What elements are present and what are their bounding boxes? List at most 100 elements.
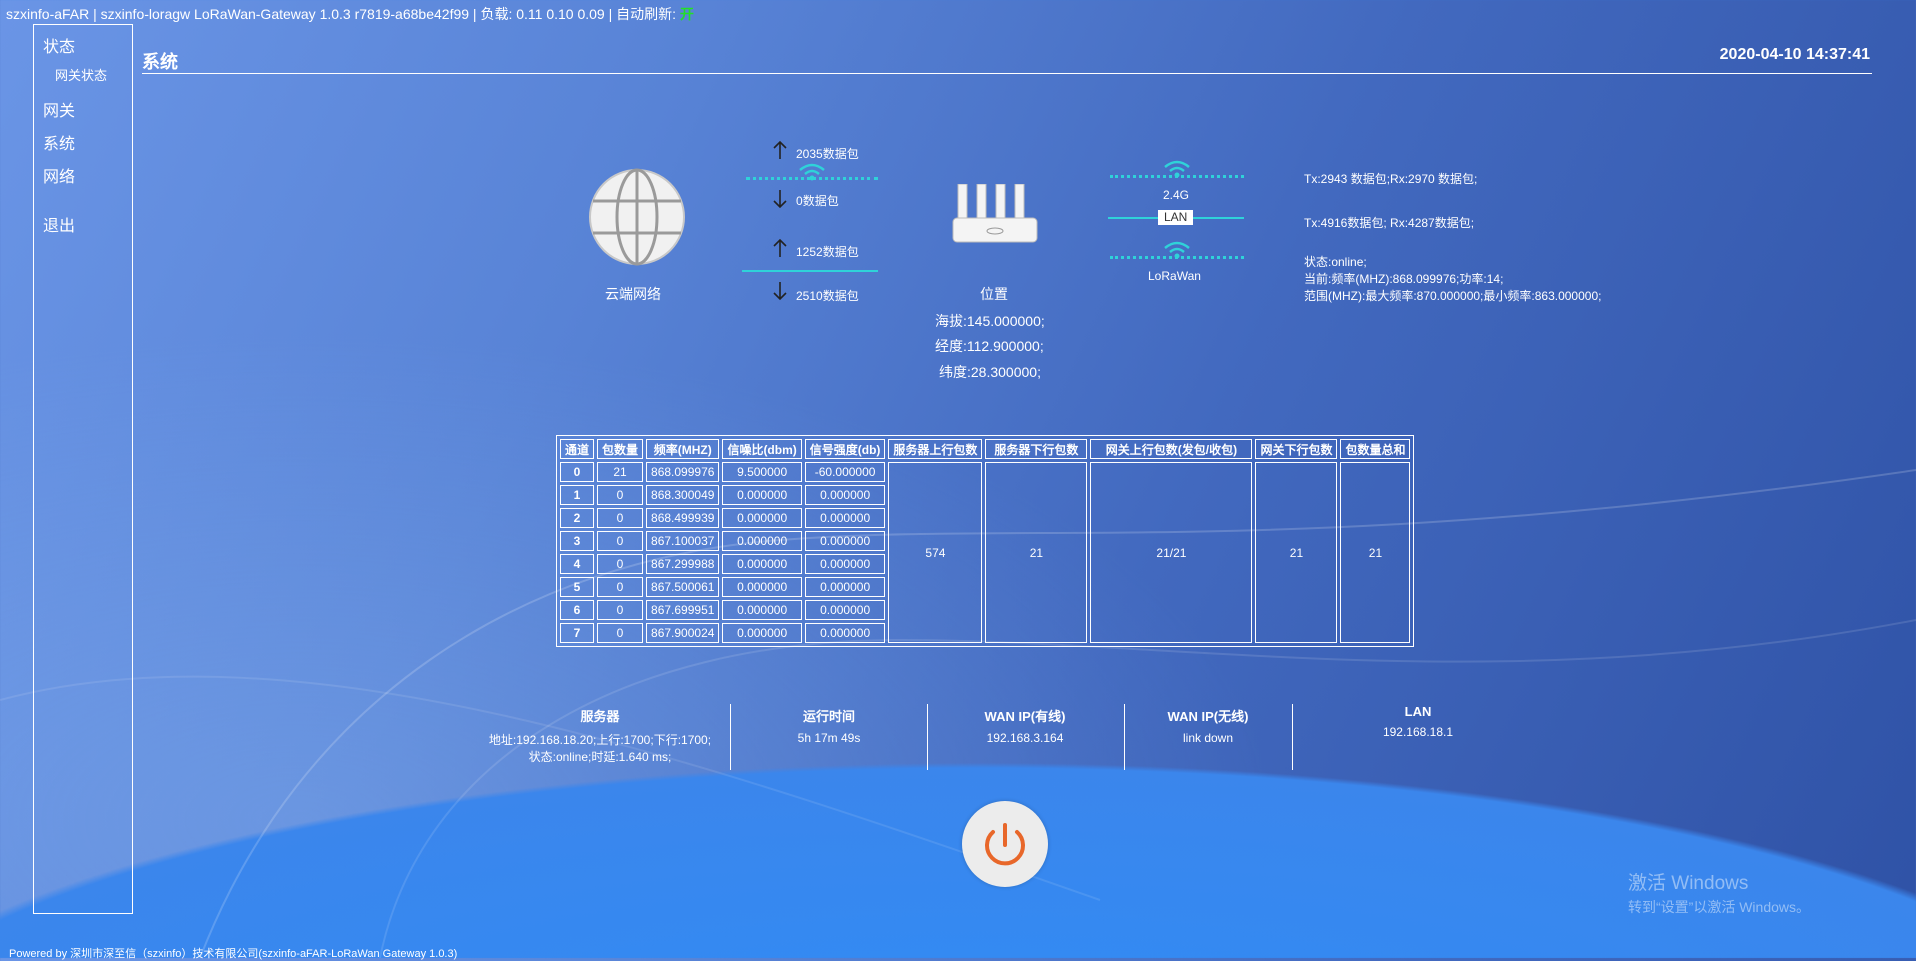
cell-packets: 0 [597, 554, 644, 574]
server-info: 服务器 地址:192.168.18.20;上行:1700;下行:1700; 状态… [470, 706, 730, 765]
lan-ip: 192.168.18.1 [1382, 725, 1454, 739]
wifi-icon [1164, 160, 1190, 178]
cell-frequency: 867.900024 [646, 623, 720, 643]
cell-snr: 0.000000 [722, 577, 802, 597]
cell-frequency: 868.099976 [646, 462, 720, 482]
cell-packet-total: 21 [1340, 462, 1411, 643]
server-status: 状态:online;时延:1.640 ms; [528, 750, 672, 764]
cell-channel: 3 [560, 531, 595, 551]
cell-snr: 0.000000 [722, 554, 802, 574]
cell-packets: 0 [597, 531, 644, 551]
longitude: 经度:112.900000; [935, 338, 1044, 354]
cell-channel: 0 [560, 462, 595, 482]
wan-wireless-info: WAN IP(无线) link down [1138, 706, 1278, 745]
cell-packets: 0 [597, 623, 644, 643]
auto-refresh-toggle[interactable]: 开 [680, 6, 694, 22]
router-icon [952, 184, 1038, 243]
lan-download-count: 2510数据包 [796, 289, 859, 303]
cell-channel: 2 [560, 508, 595, 528]
cell-frequency: 867.500061 [646, 577, 720, 597]
wifi-icon [799, 163, 825, 181]
power-button[interactable] [962, 801, 1048, 887]
lora-status: 状态:online; [1304, 255, 1367, 269]
col-frequency: 频率(MHZ) [646, 439, 720, 459]
cell-rssi: 0.000000 [804, 485, 886, 505]
col-gateway-down: 网关下行包数 [1255, 439, 1338, 459]
nav-gateway[interactable]: 网关 [43, 97, 75, 121]
arrow-up-icon [773, 238, 787, 257]
server-title: 服务器 [580, 709, 620, 724]
cell-frequency: 868.499939 [646, 508, 720, 528]
windows-activation-watermark: 激活 Windows 转到“设置”以激活 Windows。 [1628, 868, 1810, 917]
cell-channel: 1 [560, 485, 595, 505]
cell-server-down-total: 21 [985, 462, 1088, 643]
cell-server-up-total: 574 [888, 462, 983, 643]
cell-rssi: -60.000000 [804, 462, 886, 482]
cell-packets: 0 [597, 508, 644, 528]
uptime-value: 5h 17m 49s [797, 731, 861, 745]
server-address: 地址:192.168.18.20;上行:1700;下行:1700; [488, 733, 712, 747]
cell-channel: 7 [560, 623, 595, 643]
watermark-subtitle: 转到“设置”以激活 Windows。 [1628, 899, 1811, 915]
info-divider [1124, 704, 1125, 770]
latitude: 纬度:28.300000; [939, 364, 1041, 380]
title-divider [142, 73, 1872, 74]
cell-snr: 0.000000 [722, 508, 802, 528]
topbar-text: szxinfo-aFAR | szxinfo-loragw LoRaWan-Ga… [6, 6, 680, 22]
cell-snr: 9.500000 [722, 462, 802, 482]
uptime-info: 运行时间 5h 17m 49s [758, 706, 900, 745]
watermark-title: 激活 Windows [1628, 873, 1749, 894]
cloud-download-count: 0数据包 [796, 194, 839, 208]
lora-current: 当前:频率(MHZ):868.099976;功率:14; [1304, 272, 1504, 286]
col-server-down: 服务器下行包数 [985, 439, 1088, 459]
cell-gateway-down-total: 21 [1255, 462, 1338, 643]
nav-status[interactable]: 状态 [43, 33, 75, 57]
lan-upload-count: 1252数据包 [796, 245, 859, 259]
wan-wireless-ip: link down [1182, 731, 1234, 745]
globe-icon [589, 168, 685, 266]
cell-channel: 4 [560, 554, 595, 574]
col-packets: 包数量 [597, 439, 644, 459]
cell-snr: 0.000000 [722, 623, 802, 643]
altitude: 海拔:145.000000; [935, 313, 1045, 329]
col-snr: 信噪比(dbm) [722, 439, 802, 459]
lan-tx-rx: Tx:4916数据包; Rx:4287数据包; [1304, 216, 1475, 230]
wifi-icon [1164, 241, 1190, 259]
arrow-up-icon [773, 140, 787, 159]
page-title: 系统 [142, 52, 178, 72]
cell-frequency: 867.100037 [646, 531, 720, 551]
cell-packets: 0 [597, 485, 644, 505]
uptime-title: 运行时间 [802, 709, 855, 724]
cell-snr: 0.000000 [722, 485, 802, 505]
cell-rssi: 0.000000 [804, 554, 886, 574]
info-divider [730, 704, 731, 770]
cell-packets: 21 [597, 462, 644, 482]
cell-packets: 0 [597, 600, 644, 620]
cell-rssi: 0.000000 [804, 577, 886, 597]
cell-gateway-up-total: 21/21 [1090, 462, 1253, 643]
table-header-row: 通道 包数量 频率(MHZ) 信噪比(dbm) 信号强度(db) 服务器上行包数… [560, 439, 1411, 459]
wan-wired-ip: 192.168.3.164 [986, 731, 1064, 745]
top-status-bar: szxinfo-aFAR | szxinfo-loragw LoRaWan-Ga… [6, 4, 694, 24]
nav-network[interactable]: 网络 [43, 163, 75, 187]
cloud-label: 云端网络 [605, 286, 661, 302]
info-divider [1292, 704, 1293, 770]
nav-system[interactable]: 系统 [43, 130, 75, 154]
wan-wireless-title: WAN IP(无线) [1167, 709, 1249, 724]
cell-channel: 5 [560, 577, 595, 597]
cell-frequency: 867.299988 [646, 554, 720, 574]
footer: Powered by 深圳市深至信（szxinfo）技术有限公司(szxinfo… [9, 948, 458, 960]
info-divider [927, 704, 928, 770]
wan-wired-title: WAN IP(有线) [984, 709, 1066, 724]
lan-link-line [742, 270, 878, 272]
channel-table: 通道 包数量 频率(MHZ) 信噪比(dbm) 信号强度(db) 服务器上行包数… [556, 435, 1415, 647]
position-label: 位置 [980, 286, 1008, 302]
cell-frequency: 868.300049 [646, 485, 720, 505]
nav-gateway-status[interactable]: 网关状态 [55, 65, 107, 84]
arrow-down-icon [773, 190, 787, 209]
datetime: 2020-04-10 14:37:41 [1719, 46, 1870, 63]
cell-channel: 6 [560, 600, 595, 620]
nav-logout[interactable]: 退出 [43, 212, 75, 236]
table-row: 0 21 868.099976 9.500000 -60.000000 574 … [560, 462, 1411, 643]
cell-frequency: 867.699951 [646, 600, 720, 620]
